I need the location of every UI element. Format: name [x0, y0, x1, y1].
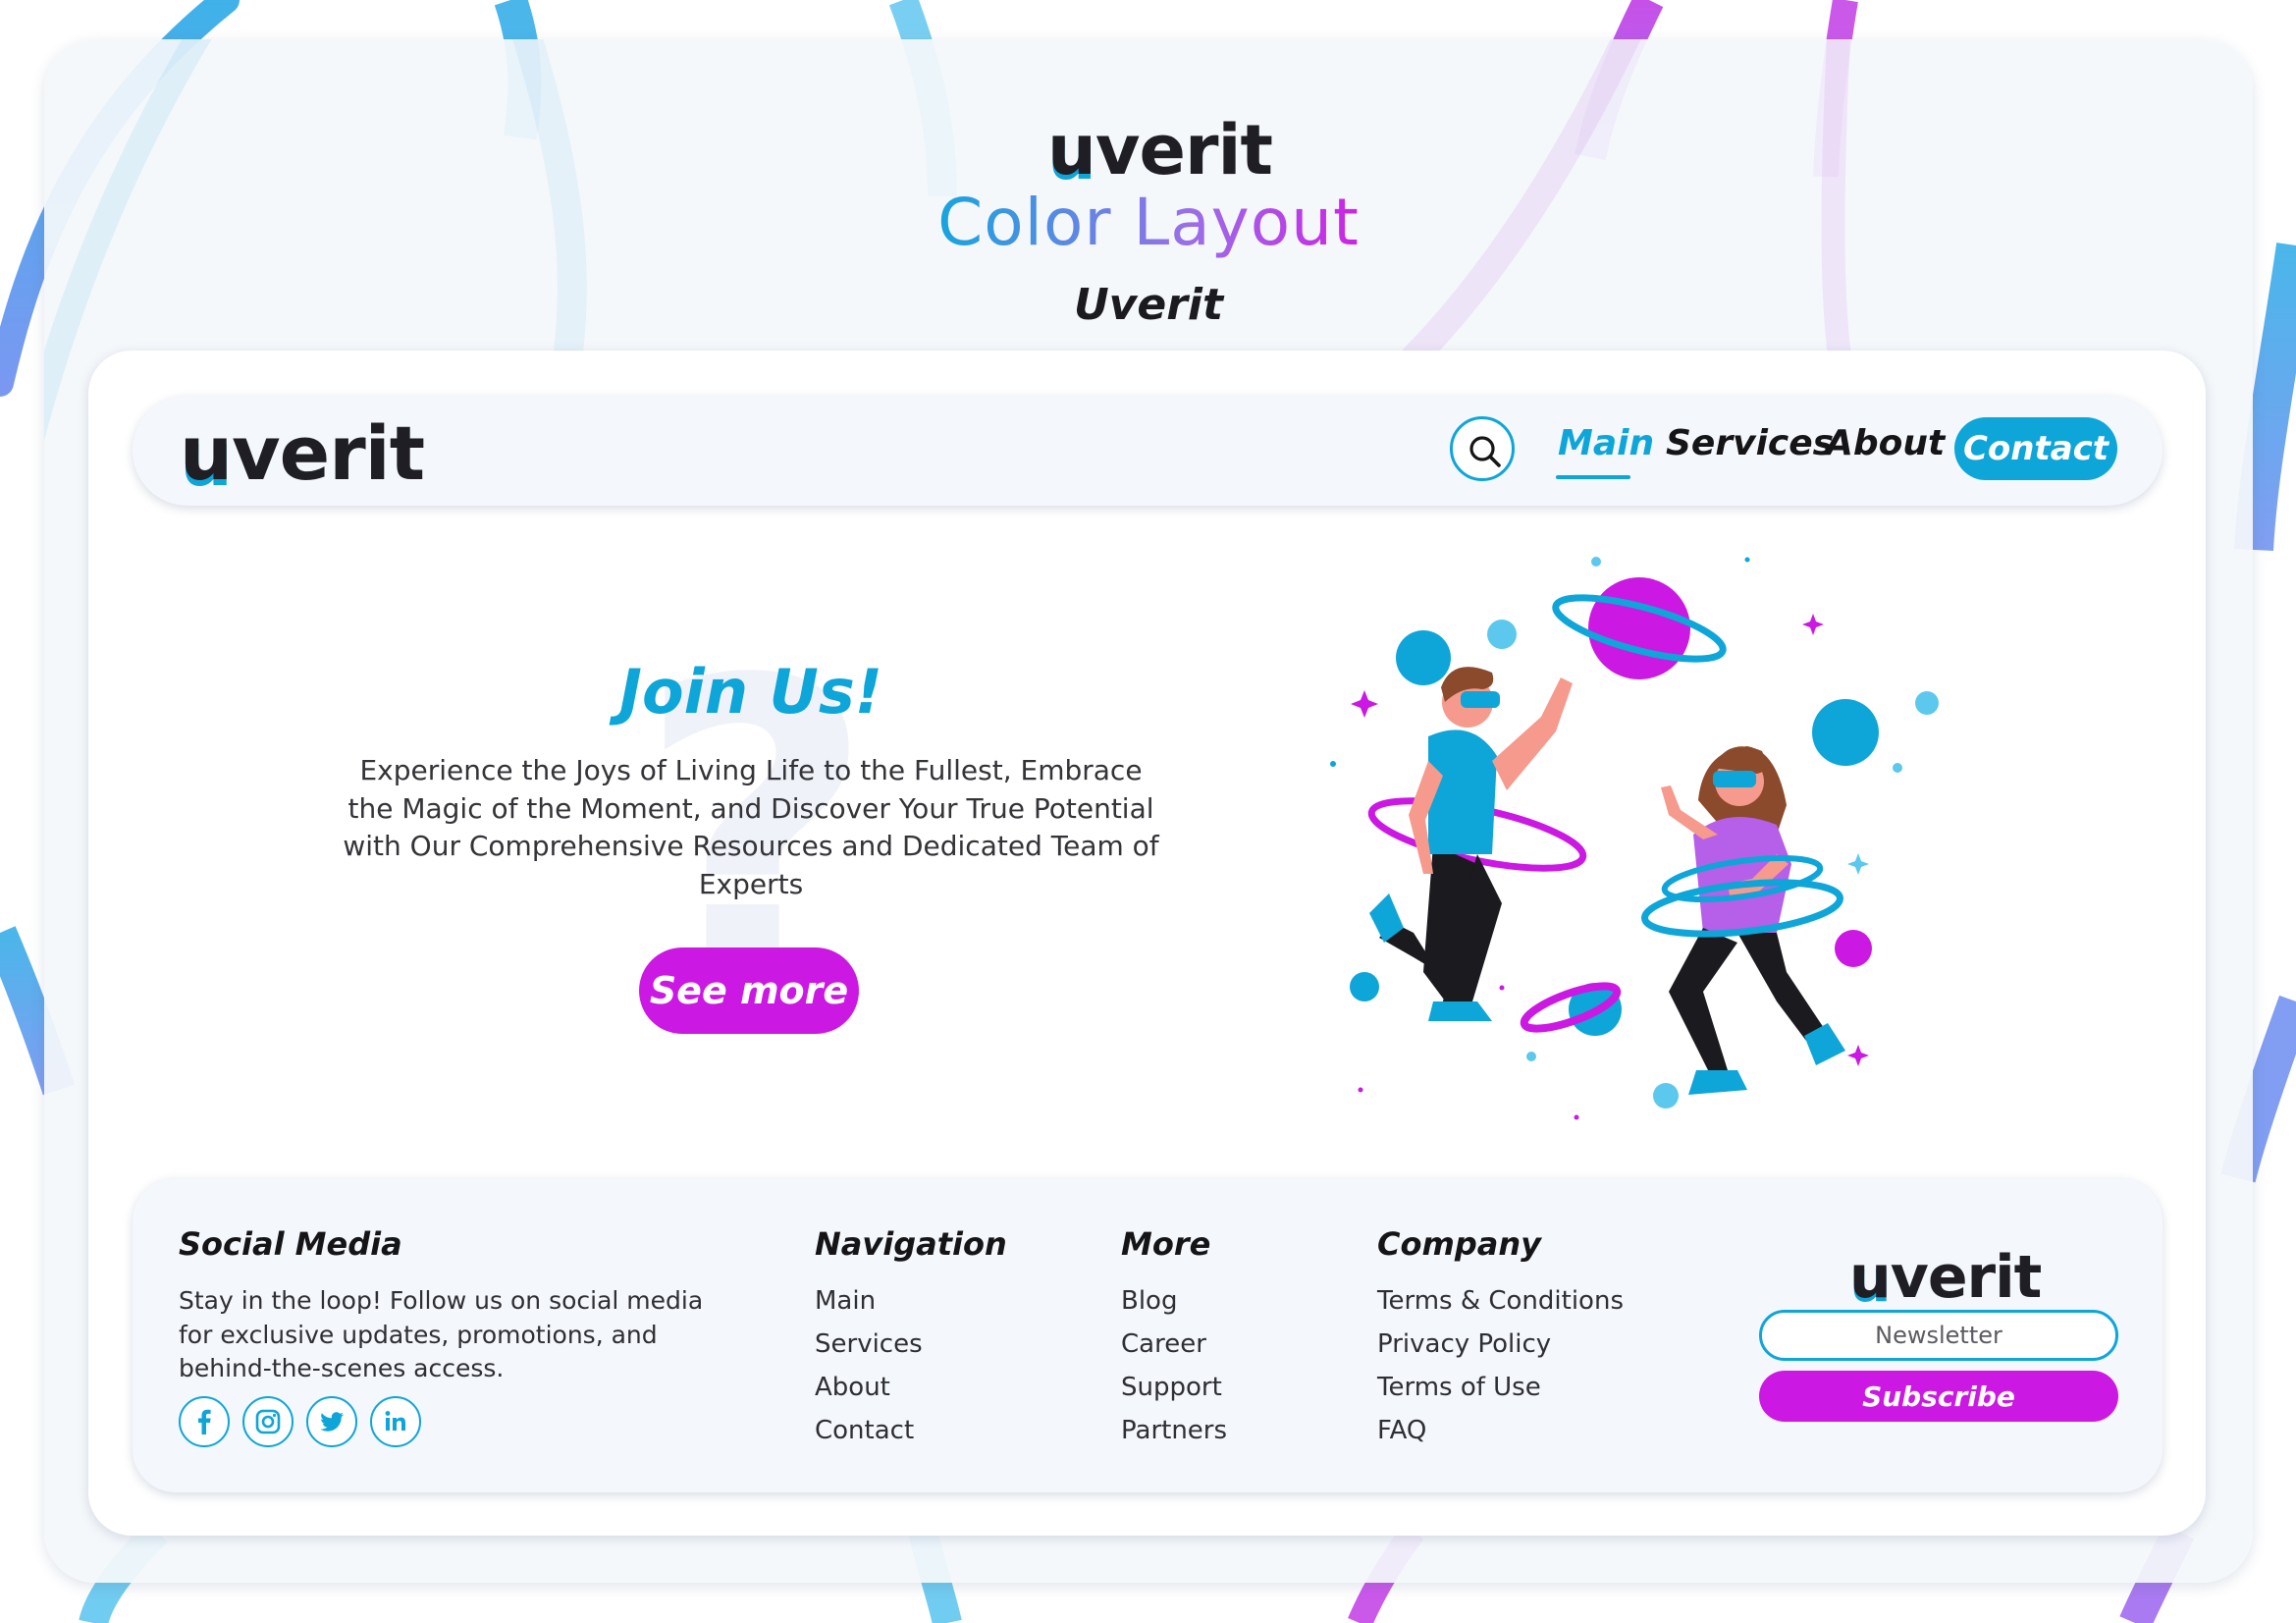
see-more-button[interactable]: See more [639, 947, 859, 1034]
search-button[interactable] [1450, 416, 1515, 481]
footer-link-career[interactable]: Career [1121, 1327, 1227, 1371]
footer-link-privacy-policy[interactable]: Privacy Policy [1377, 1327, 1624, 1371]
footer-link-support[interactable]: Support [1121, 1371, 1227, 1414]
nav-link-about[interactable]: About [1826, 423, 1945, 463]
footer-link-faq[interactable]: FAQ [1377, 1414, 1624, 1457]
footer-link-terms-conditions[interactable]: Terms & Conditions [1377, 1284, 1624, 1327]
nav-brand-text: verit [232, 409, 425, 497]
subscribe-button[interactable]: Subscribe [1759, 1371, 2118, 1422]
contact-button[interactable]: Contact [1954, 417, 2117, 480]
footer-heading-navigation: Navigation [815, 1225, 1007, 1263]
hero-title: Join Us! [618, 656, 883, 728]
footer-link-partners[interactable]: Partners [1121, 1414, 1227, 1457]
footer-link-terms-of-use[interactable]: Terms of Use [1377, 1371, 1624, 1414]
newsletter-input[interactable] [1759, 1310, 2118, 1361]
nav-brand-logo[interactable]: u u verit [180, 409, 425, 503]
footer-social-text: Stay in the loop! Follow us on social me… [179, 1286, 704, 1382]
footer-brand-text: verit [1890, 1243, 2043, 1312]
footer-link-about[interactable]: About [815, 1371, 923, 1414]
footer-more-links: Blog Career Support Partners [1121, 1284, 1227, 1457]
nav-link-main[interactable]: Main [1558, 423, 1654, 463]
footer-heading-more: More [1121, 1225, 1211, 1263]
footer-navigation-links: Main Services About Contact [815, 1284, 923, 1457]
header-brand-text: verit [1095, 110, 1273, 190]
man-figure [1367, 667, 1587, 1021]
layout-subtitle: Uverit [1073, 280, 1224, 330]
linkedin-icon[interactable] [370, 1396, 421, 1447]
footer-link-blog[interactable]: Blog [1121, 1284, 1227, 1327]
instagram-icon[interactable] [242, 1396, 294, 1447]
woman-figure [1641, 746, 1845, 1095]
header-brand-logo: u u verit [1047, 110, 1273, 195]
footer-link-services[interactable]: Services [815, 1327, 923, 1371]
footer-link-contact[interactable]: Contact [815, 1414, 923, 1457]
vr-space-illustration [1330, 557, 1939, 1120]
footer-company-links: Terms & Conditions Privacy Policy Terms … [1377, 1284, 1624, 1457]
hero-text: Experience the Joys of Living Life to th… [343, 754, 1159, 900]
layout-title: Color Layout [44, 185, 2253, 260]
twitter-icon[interactable] [306, 1396, 357, 1447]
active-nav-underline [1556, 475, 1630, 479]
footer: Social Media Stay in the loop! Follow us… [133, 1178, 2163, 1492]
footer-heading-social: Social Media [179, 1225, 402, 1263]
footer-heading-company: Company [1377, 1225, 1541, 1263]
footer-brand-logo: u u verit [1849, 1243, 2043, 1316]
facebook-icon[interactable] [179, 1396, 230, 1447]
navbar: u u verit Main Services About Contact [133, 396, 2163, 506]
nav-link-services[interactable]: Services [1666, 423, 1834, 463]
social-icons [179, 1396, 421, 1447]
search-icon [1469, 436, 1501, 467]
footer-link-main[interactable]: Main [815, 1284, 923, 1327]
board-header: u u verit Color Layout Uverit [44, 39, 2253, 344]
